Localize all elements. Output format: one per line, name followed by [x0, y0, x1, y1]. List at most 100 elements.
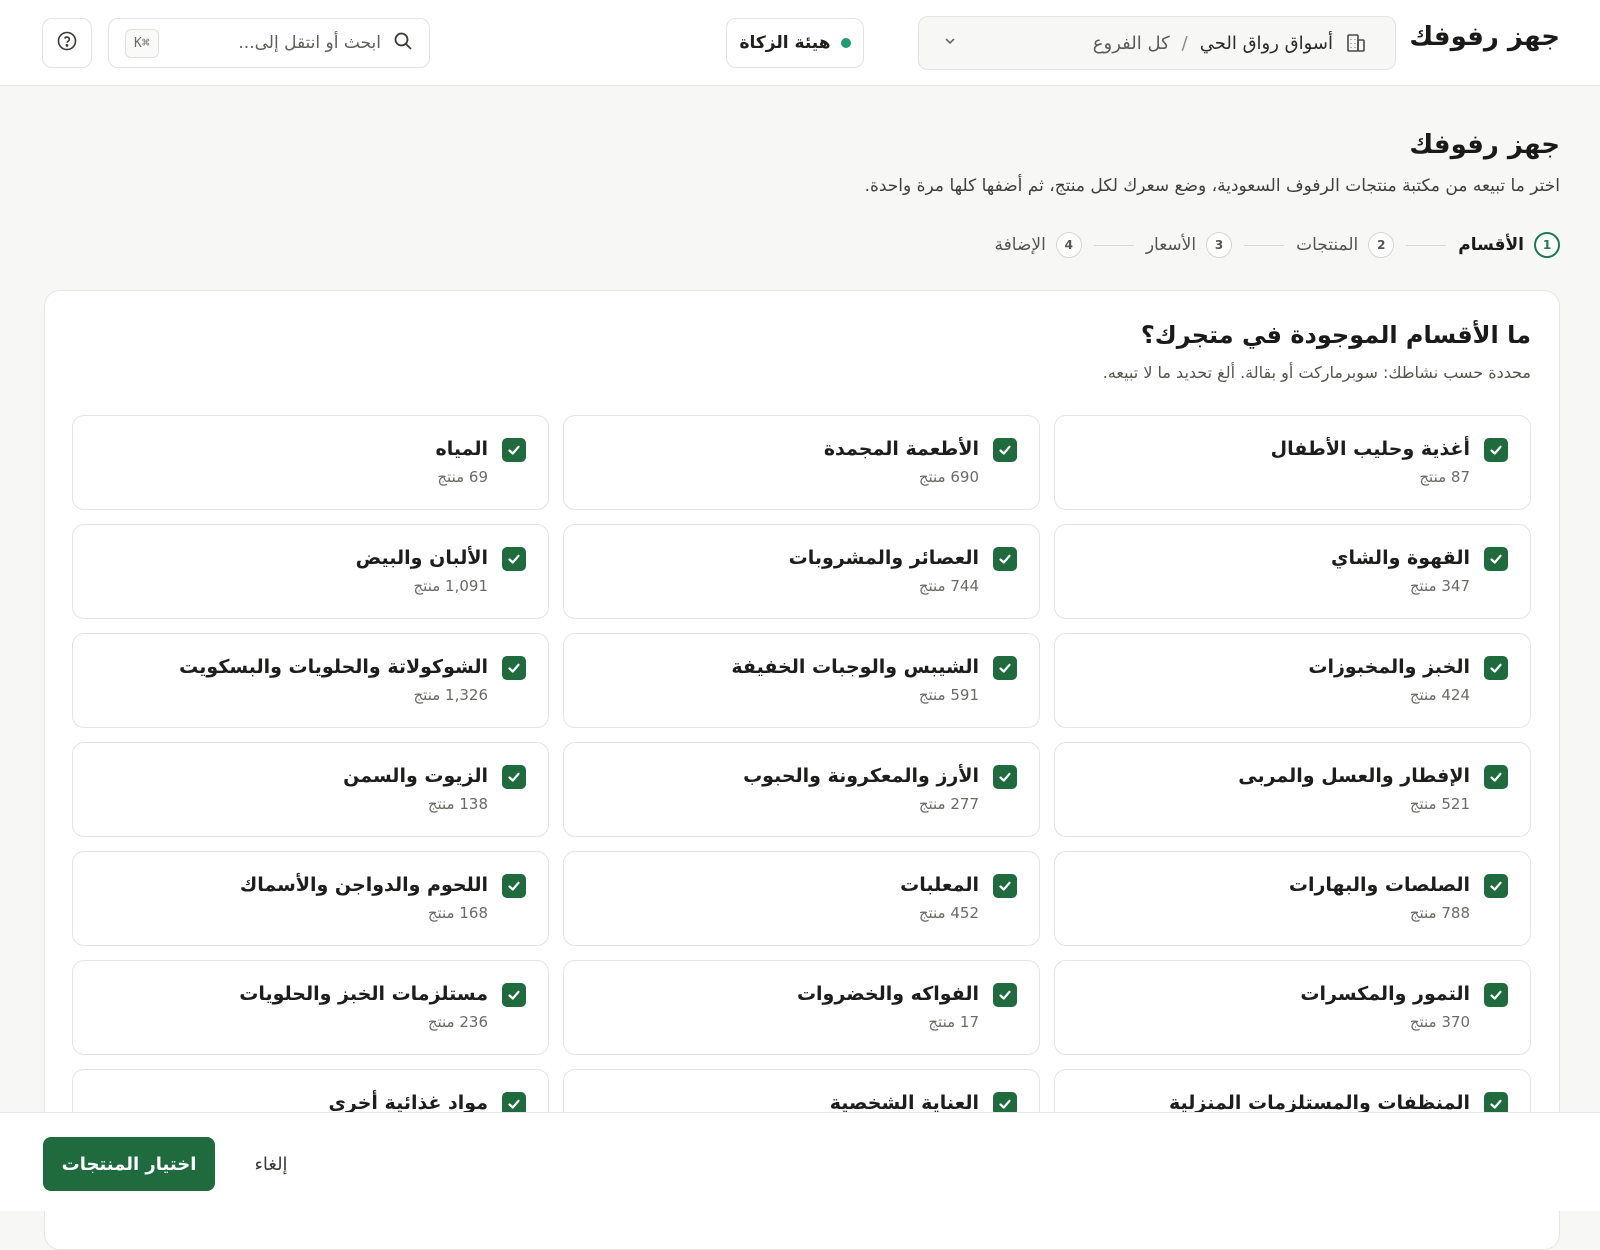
category-tile[interactable]: الإفطار والعسل والمربى 521 منتج	[1054, 742, 1531, 837]
category-tile[interactable]: الصلصات والبهارات 788 منتج	[1054, 851, 1531, 946]
checkbox-checked-icon[interactable]	[993, 765, 1017, 789]
category-name: الصلصات والبهارات	[1288, 874, 1470, 896]
category-name: الأرز والمعكرونة والحبوب	[743, 765, 979, 787]
store-name: أسواق رواق الحي	[1199, 32, 1333, 54]
zakat-label: هيئة الزكاة	[739, 33, 831, 53]
category-text: مستلزمات الخبز والحلويات 236 منتج	[239, 983, 488, 1054]
category-count: 370 منتج	[1409, 1013, 1470, 1031]
category-name: العناية الشخصية	[829, 1092, 979, 1114]
category-text: المعلبات 452 منتج	[900, 874, 979, 945]
category-count: 236 منتج	[427, 1013, 488, 1031]
footer-bar: اختيار المنتجات إلغاء	[0, 1112, 1600, 1211]
category-tile[interactable]: القهوة والشاي 347 منتج	[1054, 524, 1531, 619]
checkbox-checked-icon[interactable]	[1484, 765, 1508, 789]
step-label: الأسعار	[1145, 235, 1197, 255]
step-number: 2	[1368, 232, 1395, 258]
category-name: المنظفات والمستلزمات المنزلية	[1168, 1092, 1470, 1114]
cancel-button[interactable]: إلغاء	[236, 1137, 306, 1191]
checkbox-checked-icon[interactable]	[993, 438, 1017, 462]
category-tile[interactable]: الخبز والمخبوزات 424 منتج	[1054, 633, 1531, 728]
checkbox-checked-icon[interactable]	[1484, 547, 1508, 571]
step-number: 3	[1206, 232, 1233, 258]
category-tile[interactable]: المعلبات 452 منتج	[563, 851, 1040, 946]
building-icon	[1345, 32, 1367, 54]
checkbox-checked-icon[interactable]	[993, 656, 1017, 680]
search-shortcut: ⌘K	[125, 28, 159, 58]
category-tile[interactable]: اللحوم والدواجن والأسماك 168 منتج	[72, 851, 549, 946]
checkbox-checked-icon[interactable]	[1484, 983, 1508, 1007]
help-button[interactable]	[42, 18, 92, 68]
category-tile[interactable]: الألبان والبيض 1,091 منتج	[72, 524, 549, 619]
category-text: الزيوت والسمن 138 منتج	[343, 765, 488, 836]
category-name: الإفطار والعسل والمربى	[1238, 765, 1470, 787]
checkbox-checked-icon[interactable]	[502, 765, 526, 789]
search-input[interactable]: ابحث أو انتقل إلى... ⌘K	[108, 18, 430, 68]
category-tile[interactable]: الشوكولاتة والحلويات والبسكويت 1,326 منتج	[72, 633, 549, 728]
step-products[interactable]: 2 المنتجات	[1296, 232, 1395, 258]
step-prices[interactable]: 3 الأسعار	[1145, 232, 1233, 258]
step-label: الإضافة	[994, 235, 1046, 255]
category-text: الفواكه والخضروات 17 منتج	[797, 983, 979, 1054]
category-grid: أغذية وحليب الأطفال 87 منتج الأطعمة المجمد…	[71, 415, 1531, 1164]
checkbox-checked-icon[interactable]	[502, 874, 526, 898]
category-count: 87 منتج	[1419, 468, 1470, 486]
checkbox-checked-icon[interactable]	[502, 438, 526, 462]
checkbox-checked-icon[interactable]	[993, 547, 1017, 571]
search-placeholder: ابحث أو انتقل إلى...	[238, 33, 381, 53]
category-count: 277 منتج	[918, 795, 979, 813]
zakat-status-badge[interactable]: هيئة الزكاة	[726, 18, 864, 68]
category-count: 452 منتج	[918, 904, 979, 922]
page-title: جهز رفوفك	[1409, 130, 1560, 160]
checkbox-checked-icon[interactable]	[993, 874, 1017, 898]
checkbox-checked-icon[interactable]	[502, 656, 526, 680]
category-tile[interactable]: الشيبس والوجبات الخفيفة 591 منتج	[563, 633, 1040, 728]
category-name: الشوكولاتة والحلويات والبسكويت	[179, 656, 488, 678]
category-tile[interactable]: الفواكه والخضروات 17 منتج	[563, 960, 1040, 1055]
checkbox-checked-icon[interactable]	[502, 547, 526, 571]
step-add[interactable]: 4 الإضافة	[995, 232, 1082, 258]
status-dot	[840, 38, 851, 48]
breadcrumb-separator: /	[1181, 32, 1188, 54]
category-name: التمور والمكسرات	[1300, 983, 1470, 1005]
category-text: اللحوم والدواجن والأسماك 168 منتج	[240, 874, 488, 945]
category-text: الشوكولاتة والحلويات والبسكويت 1,326 منتج	[179, 656, 488, 727]
category-name: مستلزمات الخبز والحلويات	[239, 983, 488, 1005]
category-tile[interactable]: الأطعمة المجمدة 690 منتج	[563, 415, 1040, 510]
category-text: القهوة والشاي 347 منتج	[1331, 547, 1470, 618]
category-tile[interactable]: العصائر والمشروبات 744 منتج	[563, 524, 1040, 619]
step-label: الأقسام	[1458, 235, 1524, 255]
step-divider	[1093, 244, 1134, 246]
checkbox-checked-icon[interactable]	[1484, 438, 1508, 462]
category-count: 744 منتج	[918, 577, 979, 595]
category-name: الزيوت والسمن	[343, 765, 488, 787]
checkbox-checked-icon[interactable]	[993, 983, 1017, 1007]
category-name: القهوة والشاي	[1331, 547, 1470, 569]
category-tile[interactable]: أغذية وحليب الأطفال 87 منتج	[1054, 415, 1531, 510]
category-name: المعلبات	[900, 874, 979, 896]
category-count: 591 منتج	[918, 686, 979, 704]
category-text: الأطعمة المجمدة 690 منتج	[824, 438, 979, 509]
step-categories[interactable]: 1 الأقسام	[1458, 232, 1560, 258]
category-text: أغذية وحليب الأطفال 87 منتج	[1271, 438, 1470, 509]
checkbox-checked-icon[interactable]	[502, 983, 526, 1007]
category-name: الفواكه والخضروات	[796, 983, 979, 1005]
branch-selector[interactable]: أسواق رواق الحي / كل الفروع	[918, 16, 1396, 70]
category-tile[interactable]: التمور والمكسرات 370 منتج	[1054, 960, 1531, 1055]
category-tile[interactable]: مستلزمات الخبز والحلويات 236 منتج	[72, 960, 549, 1055]
category-text: الأرز والمعكرونة والحبوب 277 منتج	[743, 765, 979, 836]
step-number: 1	[1534, 232, 1560, 258]
category-name: الأطعمة المجمدة	[823, 438, 979, 460]
category-tile[interactable]: الأرز والمعكرونة والحبوب 277 منتج	[563, 742, 1040, 837]
category-name: الخبز والمخبوزات	[1308, 656, 1470, 678]
category-name: الشيبس والوجبات الخفيفة	[731, 656, 979, 678]
category-tile[interactable]: المياه 69 منتج	[72, 415, 549, 510]
checkbox-checked-icon[interactable]	[1484, 874, 1508, 898]
categories-card: ما الأقسام الموجودة في متجرك؟ محددة حسب …	[44, 290, 1560, 1250]
category-tile[interactable]: الزيوت والسمن 138 منتج	[72, 742, 549, 837]
search-icon	[393, 31, 413, 56]
stepper: 1 الأقسام 2 المنتجات 3 الأسعار 4 الإضافة	[995, 232, 1560, 258]
checkbox-checked-icon[interactable]	[1484, 656, 1508, 680]
choose-products-button[interactable]: اختيار المنتجات	[43, 1137, 215, 1191]
category-text: الشيبس والوجبات الخفيفة 591 منتج	[731, 656, 979, 727]
category-name: مواد غذائية أخرى	[328, 1092, 489, 1114]
